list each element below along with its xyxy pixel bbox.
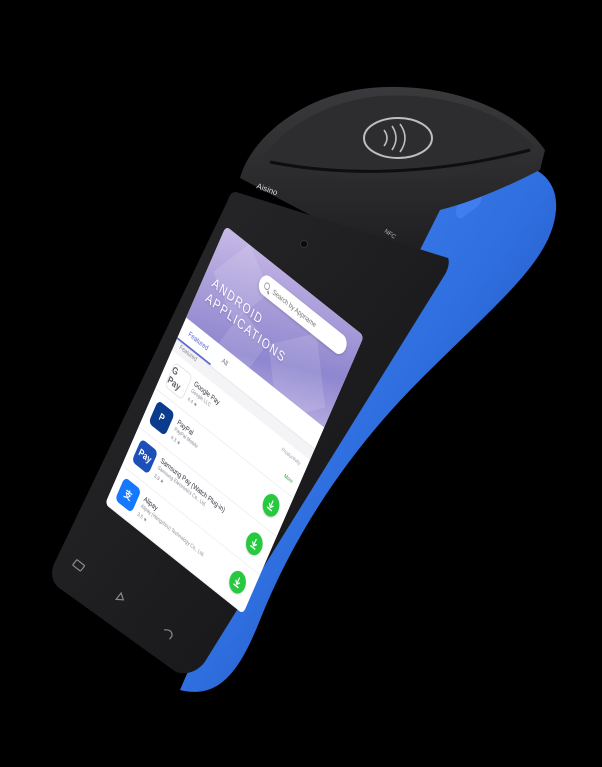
paypal-icon: P (148, 399, 175, 437)
download-button[interactable] (242, 528, 266, 560)
download-button[interactable] (259, 489, 283, 521)
front-camera (300, 240, 308, 248)
app-category: Productivity (280, 447, 302, 467)
download-button[interactable] (226, 566, 250, 598)
download-arrow-icon (266, 500, 274, 512)
app-icon-text: G Pay (165, 364, 182, 394)
download-arrow-icon (250, 538, 257, 550)
search-icon (263, 281, 271, 292)
google-pay-icon: G Pay (164, 361, 193, 401)
download-arrow-icon (233, 577, 241, 589)
app-icon-text: 支 (122, 488, 134, 504)
app-icon-text: Pay (136, 446, 153, 467)
samsung-pay-icon: Pay (131, 438, 159, 475)
alipay-icon: 支 (114, 476, 142, 514)
more-link[interactable]: More (283, 474, 293, 485)
app-icon-text: P (157, 411, 166, 425)
